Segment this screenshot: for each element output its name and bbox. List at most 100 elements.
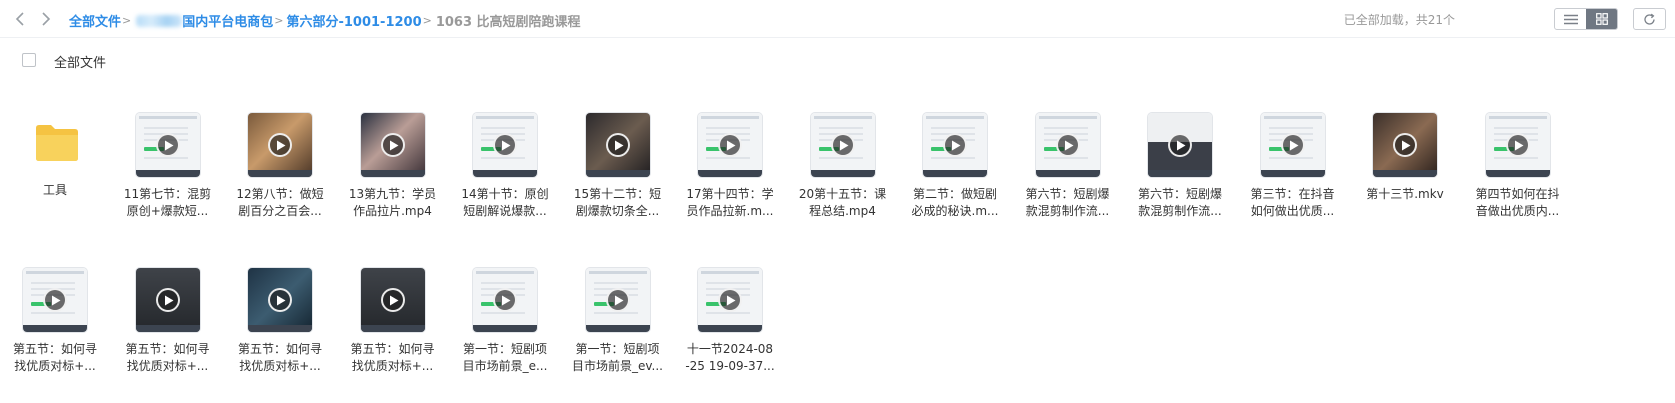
back-arrow-icon <box>15 12 24 26</box>
grid-view-button[interactable] <box>1586 9 1617 29</box>
file-name: 第五节：如何寻 找优质对标+... <box>0 341 110 375</box>
play-icon <box>1168 133 1192 157</box>
video-thumbnail <box>472 112 538 178</box>
file-name-line: 音做出优质内... <box>1475 204 1560 218</box>
breadcrumb-item[interactable]: 第六部分-1001-1200 <box>286 11 421 30</box>
selection-bar <box>0 38 1675 80</box>
file-name: 12第八节：做短 剧百分之百会... <box>225 186 335 220</box>
file-name-line: 找优质对标+... <box>239 359 321 373</box>
play-icon <box>605 288 630 312</box>
file-name-line: 第五节：如何寻 <box>237 342 322 356</box>
file-name: 第二节：做短剧 必成的秘诀.m... <box>900 186 1010 220</box>
file-name: 第四节如何在抖 音做出优质内... <box>1463 186 1573 220</box>
video-thumbnail <box>1372 112 1438 178</box>
file-name-line: 剧百分之百会... <box>238 204 322 218</box>
play-icon <box>493 288 517 312</box>
file-name-line: 14第十节：原创 <box>461 187 549 201</box>
file-name-line: 第一节：短剧项 <box>462 342 547 356</box>
video-thumbnail <box>1034 112 1101 178</box>
file-name: 17第十四节：学 员作品拉新.m... <box>675 186 785 220</box>
file-name-line: 短剧解说爆款... <box>463 204 547 218</box>
file-name-line: 剧爆款切条全... <box>575 204 660 218</box>
play-icon <box>1055 133 1080 157</box>
file-name: 20第十五节：课 程总结.mp4 <box>788 186 898 220</box>
select-all-checkbox[interactable] <box>22 53 36 67</box>
forward-arrow-icon <box>42 12 51 26</box>
file-name: 14第十节：原创 短剧解说爆款... <box>450 186 560 220</box>
play-icon <box>1505 133 1530 157</box>
select-all-label: 全部文件 <box>54 56 107 71</box>
file-name: 第五节：如何寻 找优质对标+... <box>113 341 223 375</box>
file-name: 第三节：在抖音 如何做出优质... <box>1238 186 1348 220</box>
refresh-icon <box>1644 13 1655 25</box>
breadcrumb-separator: > <box>422 14 432 27</box>
file-name-line: 作品拉片.mp4 <box>353 204 432 218</box>
file-name-line: 第四节如何在抖 <box>1475 187 1560 201</box>
file-name-line: 原创+爆款短... <box>126 204 209 218</box>
file-name-line: 十一节2024-08 <box>686 342 774 356</box>
video-thumbnail <box>247 267 313 333</box>
file-name-line: 13第九节：学员 <box>348 187 437 201</box>
file-name: 十一节2024-08 -25 19-09-37... <box>675 341 785 375</box>
file-name-line: 12第八节：做短 <box>236 187 324 201</box>
play-icon <box>830 133 855 157</box>
back-button[interactable] <box>10 9 30 29</box>
play-icon <box>268 288 292 312</box>
folder-icon <box>36 125 78 161</box>
breadcrumb-current: 1063 比高短剧陪跑课程 <box>435 15 581 30</box>
video-thumbnail <box>697 112 763 178</box>
breadcrumb-root[interactable]: 全部文件 <box>69 11 121 30</box>
play-icon <box>943 133 967 157</box>
file-name-line: 第二节：做短剧 <box>912 187 997 201</box>
video-thumbnail <box>1259 112 1326 178</box>
file-name: 13第九节：学员 作品拉片.mp4 <box>338 186 448 220</box>
play-icon <box>43 288 67 312</box>
list-view-button[interactable] <box>1555 9 1586 29</box>
top-toolbar: 全部文件 > 国内平台电商包 > 第六部分-1001-1200 > 1063 比… <box>0 0 1675 38</box>
play-icon <box>718 133 742 157</box>
file-name: 第五节：如何寻 找优质对标+... <box>225 341 335 375</box>
file-name-line: 15第十二节：短 <box>573 187 662 201</box>
file-name-line: 必成的秘诀.m... <box>911 204 999 218</box>
view-mode-toggle <box>1554 8 1618 30</box>
play-icon <box>380 133 405 157</box>
file-name: 11第七节：混剪 原创+爆款短... <box>113 186 223 220</box>
file-name-line: -25 19-09-37... <box>685 359 775 373</box>
file-name-line: 工具 <box>42 183 67 197</box>
file-name-line: 款混剪制作流... <box>1138 204 1222 218</box>
video-thumbnail <box>809 112 876 178</box>
file-name-line: 17第十四节：学 <box>686 187 774 201</box>
file-name-line: 如何做出优质... <box>1250 204 1335 218</box>
refresh-button[interactable] <box>1633 8 1666 30</box>
file-name: 第六节：短剧爆 款混剪制作流... <box>1013 186 1123 220</box>
file-name-line: 款混剪制作流... <box>1025 204 1110 218</box>
file-name-line: 第五节：如何寻 <box>350 342 435 356</box>
video-thumbnail <box>22 267 88 333</box>
breadcrumb-item[interactable]: 国内平台电商包 <box>182 11 273 30</box>
file-name-line: 第六节：短剧爆 <box>1137 187 1222 201</box>
video-thumbnail <box>1484 112 1551 178</box>
file-name: 第一节：短剧项 目市场前景_e... <box>450 341 560 375</box>
play-icon <box>493 133 517 157</box>
file-name: 第六节：短剧爆 款混剪制作流... <box>1125 186 1235 220</box>
file-name-line: 第一节：短剧项 <box>575 342 660 356</box>
video-thumbnail <box>584 267 651 333</box>
load-status: 已全部加载，共21个 <box>1343 13 1455 27</box>
breadcrumb-separator: > <box>274 14 284 27</box>
file-name-line: 找优质对标+... <box>351 359 434 373</box>
video-thumbnail <box>472 267 538 333</box>
list-view-icon <box>1563 14 1578 24</box>
video-thumbnail <box>359 267 426 333</box>
play-icon <box>605 133 630 157</box>
file-name-line: 找优质对标+... <box>126 359 209 373</box>
breadcrumb-separator: > <box>122 14 132 27</box>
video-thumbnail <box>359 112 426 178</box>
file-name: 15第十二节：短 剧爆款切条全... <box>563 186 673 220</box>
file-name-line: 员作品拉新.m... <box>686 204 774 218</box>
forward-button[interactable] <box>36 9 56 29</box>
file-name: 第一节：短剧项 目市场前景_ev... <box>563 341 673 375</box>
video-thumbnail <box>247 112 313 178</box>
breadcrumb-redacted <box>136 14 183 27</box>
video-thumbnail <box>1147 112 1213 178</box>
file-name-line: 目市场前景_ev... <box>572 359 663 373</box>
